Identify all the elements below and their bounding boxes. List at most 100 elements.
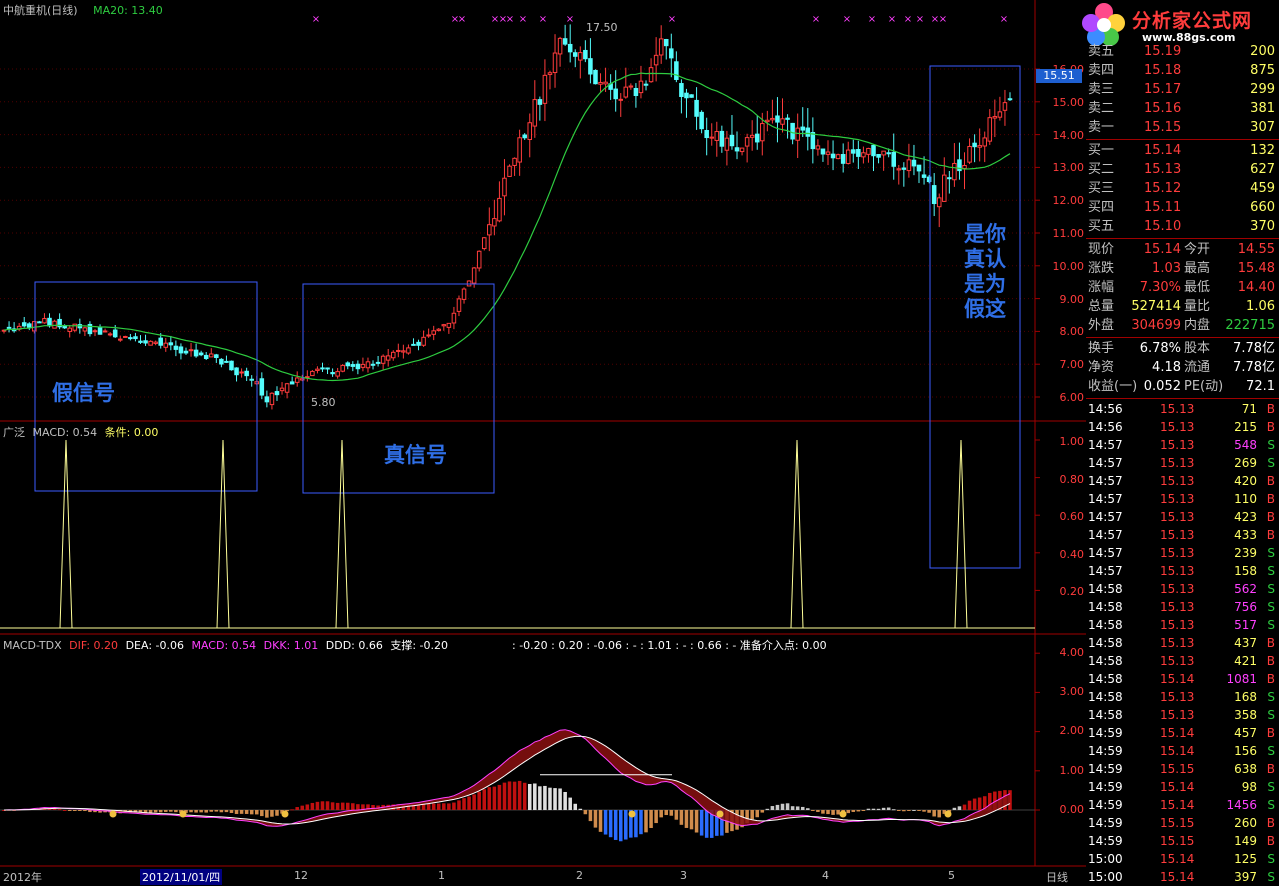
candle-body xyxy=(92,330,98,333)
macd-bar xyxy=(755,810,760,818)
macd-bar xyxy=(163,810,168,812)
macd-bar xyxy=(891,809,896,811)
quote-key: 总量 xyxy=(1088,299,1115,314)
macd-bar xyxy=(704,810,709,838)
candle-body xyxy=(244,370,249,377)
macd-bar xyxy=(806,808,810,810)
fund-key: PE(动) xyxy=(1184,379,1224,394)
top-marker: × xyxy=(1000,14,1008,25)
bid-row: 买五 15.10 370 xyxy=(1086,217,1279,236)
candle-body xyxy=(729,134,735,147)
period-label[interactable]: 日线 xyxy=(1046,869,1068,885)
candle-body xyxy=(593,69,598,85)
candle-body xyxy=(567,43,573,53)
tick-side: S xyxy=(1267,564,1275,578)
ask-volume: 875 xyxy=(1250,63,1275,78)
candle-body xyxy=(830,153,836,159)
macd-bar xyxy=(886,807,891,810)
candle-body xyxy=(800,126,806,131)
tick-time: 14:59 xyxy=(1088,726,1123,740)
macd-bar xyxy=(507,781,512,810)
quote-key: 最低 xyxy=(1184,280,1211,295)
tick-price: 15.13 xyxy=(1160,510,1195,524)
tick-time: 14:58 xyxy=(1088,708,1123,722)
candle-body xyxy=(320,367,325,370)
tick-row: 14:59 15.15 260 B xyxy=(1086,814,1279,832)
tick-volume: 110 xyxy=(1234,492,1257,506)
candle-body xyxy=(259,378,265,396)
candle-body xyxy=(881,150,886,156)
candle-body xyxy=(214,354,219,359)
logo-brand: 分析家公式网 xyxy=(1132,10,1253,32)
candle-body xyxy=(552,52,558,74)
macd-dea: DEA: -0.06 xyxy=(125,639,184,652)
tick-time: 14:58 xyxy=(1088,672,1123,686)
background xyxy=(0,0,1086,885)
macd-support: 支撑: -0.20 xyxy=(390,639,449,652)
macd-bar xyxy=(613,810,618,840)
tick-volume: 1456 xyxy=(1226,798,1257,812)
candle-body xyxy=(714,131,720,141)
tick-time: 14:58 xyxy=(1088,618,1123,632)
macd-bar xyxy=(578,808,583,810)
top-marker: × xyxy=(843,14,851,25)
tick-row: 14:58 15.13 756 S xyxy=(1086,598,1279,616)
axis-tick-label: 0.80 xyxy=(1059,472,1085,486)
macd-bar xyxy=(457,800,461,810)
candle-body xyxy=(37,321,42,324)
quote-value: 15.14 xyxy=(1143,242,1181,257)
ask-row: 卖三 15.17 299 xyxy=(1086,80,1279,99)
candle-body xyxy=(916,164,922,172)
false-signal-label: 假信号 xyxy=(52,381,115,405)
tick-volume: 517 xyxy=(1234,618,1257,632)
indicator1-header: 广泛 MACD: 0.54 条件: 0.00 xyxy=(3,424,158,440)
macd-bar xyxy=(436,803,441,810)
macd-bar xyxy=(260,810,264,817)
macd-bar xyxy=(78,810,82,811)
candle-body xyxy=(67,327,72,332)
chart-canvas[interactable]: × ×× × ×× × × × × × × × × × × × × × xyxy=(0,0,1086,885)
macd-bar xyxy=(472,794,476,810)
candle-body xyxy=(143,340,148,344)
bid-volume: 627 xyxy=(1250,162,1275,177)
tick-side: B xyxy=(1266,510,1275,524)
macd-bar xyxy=(522,782,527,810)
macd-bar xyxy=(932,810,936,817)
candle-body xyxy=(345,362,351,367)
tick-side: S xyxy=(1267,798,1275,812)
tick-time: 14:59 xyxy=(1088,798,1123,812)
top-marker: × xyxy=(458,14,466,25)
ask-row: 卖二 15.16 381 xyxy=(1086,99,1279,118)
tick-side: S xyxy=(1267,546,1275,560)
candle-body xyxy=(502,177,507,197)
right-note-line: 假这 xyxy=(964,297,1006,321)
candle-body xyxy=(856,149,861,157)
candle-body xyxy=(921,174,927,178)
tick-row: 14:56 15.13 215 B xyxy=(1086,418,1279,436)
macd-bar xyxy=(290,809,294,811)
tick-volume: 358 xyxy=(1234,708,1257,722)
hand-icon xyxy=(179,810,187,818)
tick-time: 14:57 xyxy=(1088,528,1123,542)
macd-bar xyxy=(482,789,487,810)
macd-bar xyxy=(305,804,310,810)
candle-body xyxy=(1002,102,1008,111)
candle-body xyxy=(456,298,462,312)
tick-price: 15.15 xyxy=(1160,834,1195,848)
candle-body xyxy=(229,360,234,371)
fund-key: 换手 xyxy=(1088,341,1115,356)
candle-body xyxy=(335,371,340,377)
tick-time: 14:58 xyxy=(1088,600,1123,614)
candle-body xyxy=(512,157,517,166)
top-marker: × xyxy=(868,14,876,25)
top-marker: × xyxy=(506,14,514,25)
candle-body xyxy=(876,154,881,158)
macd-bar xyxy=(912,809,916,811)
candle-body xyxy=(436,328,442,331)
macd-bar xyxy=(644,810,648,833)
candle-body xyxy=(618,98,624,101)
bid-label: 买一 xyxy=(1088,143,1115,158)
ask-price: 15.18 xyxy=(1144,63,1182,78)
site-logo: 分析家公式网 www.88gs.com xyxy=(1076,0,1279,48)
macd-macd: MACD: 0.54 xyxy=(191,639,257,652)
